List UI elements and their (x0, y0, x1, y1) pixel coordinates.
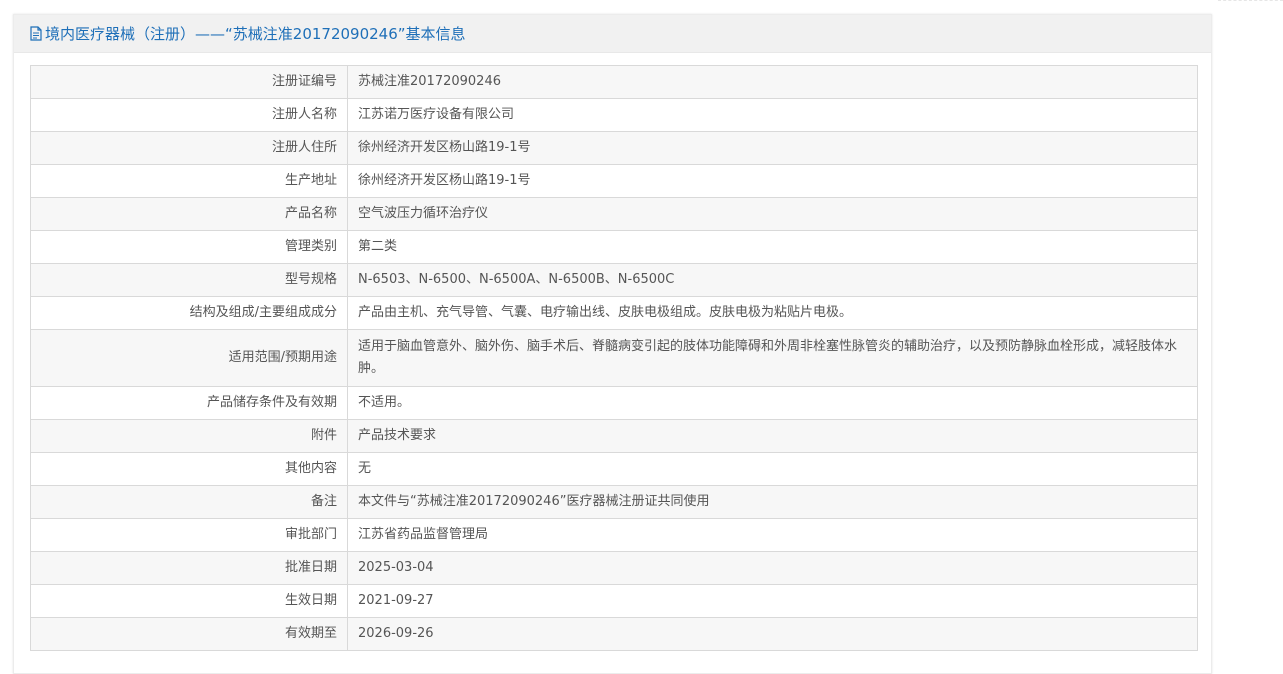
page-title: 境内医疗器械（注册）——“苏械注准20172090246”基本信息 (45, 25, 466, 43)
info-table: 注册证编号 苏械注准20172090246 注册人名称 江苏诺万医疗设备有限公司 注册人… (30, 65, 1198, 651)
row-label: 生效日期 (30, 584, 348, 618)
row-value: 无 (347, 452, 1198, 486)
row-label: 型号规格 (30, 263, 348, 297)
row-value: 适用于脑血管意外、脑外伤、脑手术后、脊髓病变引起的肢体功能障碍和外周非栓塞性脉管… (347, 329, 1198, 387)
document-icon (30, 26, 42, 41)
row-label: 批准日期 (30, 551, 348, 585)
row-label: 管理类别 (30, 230, 348, 264)
table-row: 注册人名称 江苏诺万医疗设备有限公司 (30, 98, 1198, 132)
row-label: 注册人住所 (30, 131, 348, 165)
row-value: 苏械注准20172090246 (347, 65, 1198, 99)
row-label: 注册证编号 (30, 65, 348, 99)
row-value: 2026-09-26 (347, 617, 1198, 651)
info-panel: 境内医疗器械（注册）——“苏械注准20172090246”基本信息 注册证编号苏… (13, 14, 1212, 674)
table-row: 批准日期 2025-03-04 (30, 551, 1198, 585)
row-value: 2025-03-04 (347, 551, 1198, 585)
row-label: 附件 (30, 419, 348, 453)
row-label: 备注 (30, 485, 348, 519)
table-row: 审批部门 江苏省药品监督管理局 (30, 518, 1198, 552)
table-row: 结构及组成/主要组成成分 产品由主机、充气导管、气囊、电疗输出线、皮肤电极组成。皮… (30, 296, 1198, 330)
table-row: 生产地址 徐州经济开发区杨山路19-1号 (30, 164, 1198, 198)
row-label: 适用范围/预期用途 (30, 329, 348, 387)
panel-header: 境内医疗器械（注册）——“苏械注准20172090246”基本信息 (14, 15, 1211, 53)
row-value: 第二类 (347, 230, 1198, 264)
row-label: 有效期至 (30, 617, 348, 651)
table-row: 其他内容无 (30, 452, 1198, 486)
row-value: 徐州经济开发区杨山路19-1号 (347, 164, 1198, 198)
row-value: 空气波压力循环治疗仪 (347, 197, 1198, 231)
row-value: 江苏诺万医疗设备有限公司 (347, 98, 1198, 132)
row-label: 注册人名称 (30, 98, 348, 132)
table-row: 产品名称 空气波压力循环治疗仪 (30, 197, 1198, 231)
table-row: 附件 产品技术要求 (30, 419, 1198, 453)
row-label: 产品储存条件及有效期 (30, 386, 348, 420)
row-value: 产品技术要求 (347, 419, 1198, 453)
table-row: 适用范围/预期用途 适用于脑血管意外、脑外伤、脑手术后、脊髓病变引起的肢体功能障碍… (30, 329, 1198, 387)
table-row: 产品储存条件及有效期 不适用。 (30, 386, 1198, 420)
row-value: 徐州经济开发区杨山路19-1号 (347, 131, 1198, 165)
row-label: 结构及组成/主要组成成分 (30, 296, 348, 330)
table-row: 管理类别 第二类 (30, 230, 1198, 264)
row-value: 不适用。 (347, 386, 1198, 420)
row-value: 2021-09-27 (347, 584, 1198, 618)
top-divider (1218, 0, 1283, 2)
table-row: 注册证编号 苏械注准20172090246 (30, 65, 1198, 99)
row-label: 其他内容 (30, 452, 348, 486)
row-label: 审批部门 (30, 518, 348, 552)
table-row: 注册人住所 徐州经济开发区杨山路19-1号 (30, 131, 1198, 165)
table-row: 有效期至 2026-09-26 (30, 617, 1198, 651)
table-row: 型号规格 N-6503、N-6500、N-6500A、N-6500B、N-6500… (30, 263, 1198, 297)
row-value: 江苏省药品监督管理局 (347, 518, 1198, 552)
row-value: 本文件与“苏械注准20172090246”医疗器械注册证共同使用 (347, 485, 1198, 519)
row-label: 生产地址 (30, 164, 348, 198)
row-value: N-6503、N-6500、N-6500A、N-6500B、N-6500C (347, 263, 1198, 297)
row-label: 产品名称 (30, 197, 348, 231)
row-value: 产品由主机、充气导管、气囊、电疗输出线、皮肤电极组成。皮肤电极为粘贴片电极。 (347, 296, 1198, 330)
table-row: 生效日期 2021-09-27 (30, 584, 1198, 618)
table-row: 备注 本文件与“苏械注准20172090246”医疗器械注册证共同使用 (30, 485, 1198, 519)
